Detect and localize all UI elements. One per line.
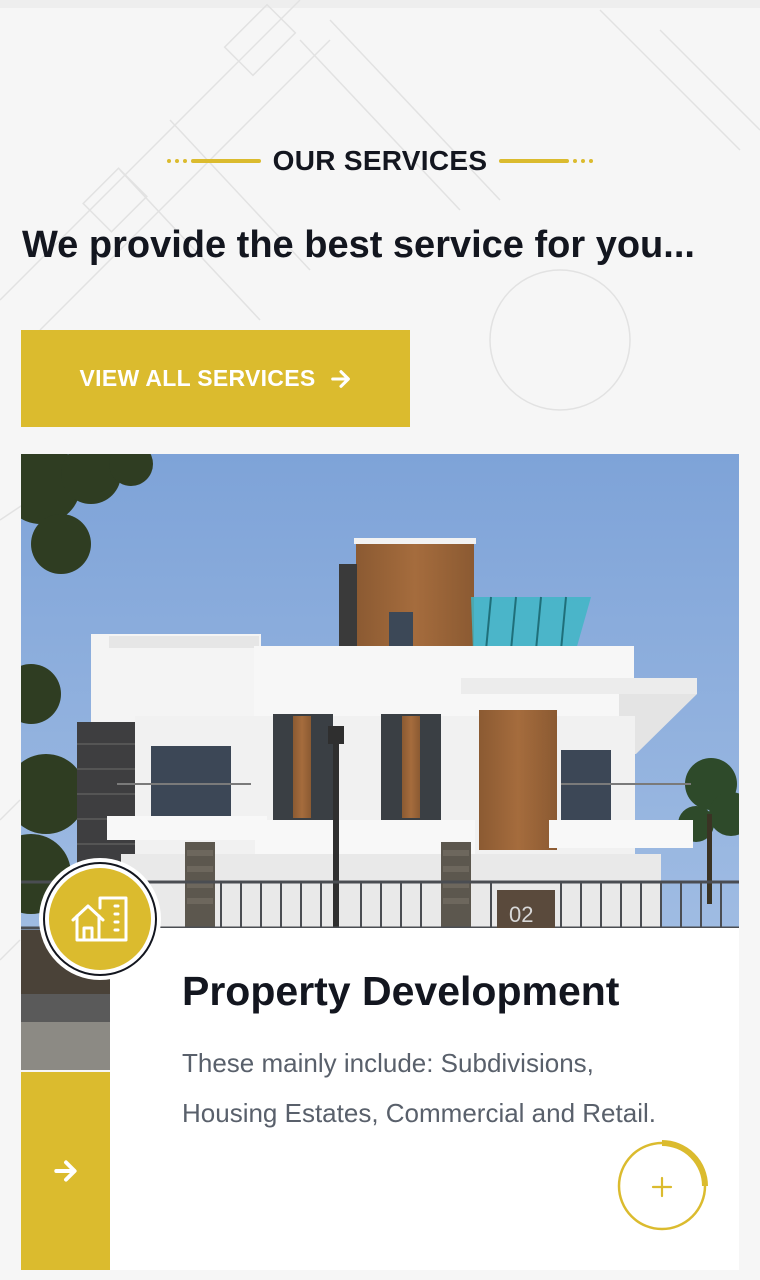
section-eyebrow: OUR SERVICES bbox=[0, 144, 760, 178]
eyebrow-label: OUR SERVICES bbox=[272, 145, 488, 176]
view-all-services-label: VIEW ALL SERVICES bbox=[79, 365, 316, 391]
plus-icon bbox=[651, 1176, 673, 1198]
eyebrow-decoration-left bbox=[166, 159, 261, 163]
arrow-right-icon bbox=[53, 1160, 77, 1182]
service-card-expand-button[interactable] bbox=[616, 1140, 708, 1232]
house-number: 02 bbox=[509, 902, 533, 927]
service-icon-badge bbox=[39, 858, 161, 980]
service-card-title: Property Development bbox=[182, 968, 620, 1014]
section-heading: We provide the best service for you... bbox=[22, 224, 695, 266]
service-card-description: These mainly include: Subdivisions, Hous… bbox=[182, 1048, 656, 1128]
buildings-icon bbox=[71, 896, 128, 942]
eyebrow-decoration-right bbox=[499, 159, 594, 163]
view-all-services-button[interactable]: VIEW ALL SERVICES bbox=[21, 330, 410, 427]
arrow-right-icon bbox=[330, 369, 350, 388]
service-card-link-button[interactable] bbox=[21, 1072, 110, 1270]
services-section: OUR SERVICES We provide the best service… bbox=[0, 0, 760, 1280]
